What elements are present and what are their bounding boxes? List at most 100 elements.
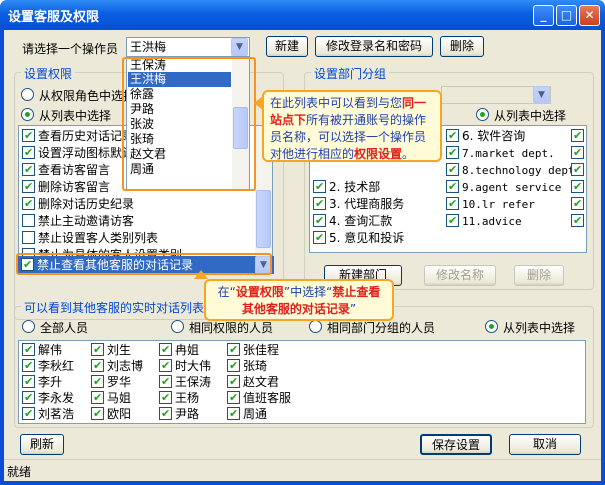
list-item[interactable]: 值班客服 bbox=[227, 390, 291, 406]
new-operator-button[interactable]: 新建 bbox=[266, 36, 308, 57]
chevron-down-icon[interactable]: ▼ bbox=[533, 86, 550, 103]
checkbox[interactable] bbox=[22, 214, 35, 227]
checkbox[interactable] bbox=[22, 358, 35, 374]
checkbox[interactable] bbox=[446, 196, 459, 212]
list-item[interactable]: 4. 查询汇款 bbox=[313, 213, 392, 229]
checkbox[interactable] bbox=[91, 390, 104, 406]
list-item[interactable]: 3. 代理商服务 bbox=[313, 196, 404, 212]
list-item[interactable]: 6. 软件咨询 bbox=[446, 128, 525, 144]
checkbox[interactable] bbox=[313, 213, 326, 229]
rename-department-button[interactable]: 修改名称 bbox=[424, 265, 496, 286]
checkbox-col3[interactable] bbox=[571, 213, 587, 229]
list-item[interactable]: 冉姐 bbox=[159, 342, 199, 358]
list-item[interactable]: 马姐 bbox=[91, 390, 131, 406]
list-item[interactable]: 罗华 bbox=[91, 374, 131, 390]
checkbox[interactable] bbox=[446, 179, 459, 195]
list-item[interactable]: 刘茗浩 bbox=[22, 406, 74, 422]
checkbox[interactable] bbox=[446, 213, 459, 229]
checkbox[interactable] bbox=[227, 358, 240, 374]
list-item[interactable]: 尹路 bbox=[159, 406, 199, 422]
checkbox[interactable] bbox=[159, 358, 172, 374]
checkbox[interactable] bbox=[159, 342, 172, 358]
scrollbar-thumb[interactable] bbox=[256, 190, 271, 248]
checkbox[interactable] bbox=[22, 128, 35, 144]
checkbox[interactable] bbox=[22, 406, 35, 422]
list-item[interactable]: 禁止主动邀请访客 bbox=[22, 213, 134, 229]
checkbox[interactable] bbox=[313, 196, 326, 212]
save-button[interactable]: 保存设置 bbox=[420, 434, 492, 455]
list-item[interactable]: 张佳程 bbox=[227, 342, 279, 358]
checkbox[interactable] bbox=[571, 128, 584, 144]
checkbox[interactable] bbox=[571, 179, 584, 195]
checkbox[interactable] bbox=[571, 162, 584, 178]
checkbox[interactable] bbox=[446, 128, 459, 144]
checkbox[interactable] bbox=[91, 358, 104, 374]
checkbox[interactable] bbox=[22, 162, 35, 178]
checkbox-col3[interactable] bbox=[571, 145, 587, 161]
radio-all-staff[interactable] bbox=[22, 320, 35, 333]
checkbox[interactable] bbox=[227, 406, 240, 422]
list-item[interactable]: 8.technology dept. bbox=[446, 162, 581, 178]
checkbox-col3[interactable] bbox=[571, 196, 587, 212]
minimize-button[interactable]: _ bbox=[533, 5, 554, 26]
department-role-select[interactable]: ▼ bbox=[441, 86, 551, 104]
list-item[interactable]: 李秋红 bbox=[22, 358, 74, 374]
list-item[interactable]: 11.advice bbox=[446, 213, 522, 229]
checkbox[interactable] bbox=[22, 374, 35, 390]
radio-realtime-from-list[interactable] bbox=[485, 320, 498, 333]
checkbox[interactable] bbox=[571, 145, 584, 161]
checkbox[interactable] bbox=[91, 406, 104, 422]
list-item[interactable]: 王杨 bbox=[159, 390, 199, 406]
checkbox[interactable] bbox=[571, 213, 584, 229]
checkbox[interactable] bbox=[22, 145, 35, 161]
list-item[interactable]: 解伟 bbox=[22, 342, 62, 358]
close-button[interactable]: ✕ bbox=[579, 5, 600, 26]
checkbox-col3[interactable] bbox=[571, 128, 587, 144]
list-item[interactable]: 时大伟 bbox=[159, 358, 211, 374]
list-item[interactable]: 禁止设置客人类别列表 bbox=[22, 230, 158, 246]
list-item[interactable]: 10.lr refer bbox=[446, 196, 535, 212]
list-item[interactable]: 李升 bbox=[22, 374, 62, 390]
checkbox[interactable] bbox=[446, 162, 459, 178]
refresh-button[interactable]: 刷新 bbox=[20, 434, 64, 455]
checkbox[interactable] bbox=[446, 145, 459, 161]
checkbox[interactable] bbox=[22, 390, 35, 406]
checkbox[interactable] bbox=[159, 374, 172, 390]
list-item[interactable]: 删除对话历史纪录 bbox=[22, 196, 134, 212]
checkbox[interactable] bbox=[22, 342, 35, 358]
cancel-button[interactable]: 取消 bbox=[509, 434, 581, 455]
dept-radio-from-list[interactable] bbox=[476, 108, 489, 121]
checkbox[interactable] bbox=[227, 374, 240, 390]
radio-same-group[interactable] bbox=[309, 320, 322, 333]
checkbox[interactable] bbox=[571, 196, 584, 212]
list-item[interactable]: 赵文君 bbox=[227, 374, 279, 390]
radio-same-permission[interactable] bbox=[171, 320, 184, 333]
radio-from-role[interactable] bbox=[21, 88, 34, 101]
list-item[interactable]: 9.agent service bbox=[446, 179, 561, 195]
radio-from-list[interactable] bbox=[21, 108, 34, 121]
checkbox[interactable] bbox=[313, 179, 326, 195]
list-item[interactable]: 5. 意见和投诉 bbox=[313, 230, 404, 246]
list-item[interactable]: 查看访客留言 bbox=[22, 162, 110, 178]
list-item[interactable]: 删除访客留言 bbox=[22, 179, 110, 195]
list-item[interactable]: 周通 bbox=[227, 406, 267, 422]
chevron-down-icon[interactable]: ▼ bbox=[231, 38, 248, 56]
list-item[interactable]: 张琦 bbox=[227, 358, 267, 374]
list-item[interactable]: 设置浮动图标默认 bbox=[22, 145, 134, 161]
checkbox[interactable] bbox=[227, 390, 240, 406]
checkbox-col3[interactable] bbox=[571, 179, 587, 195]
list-item[interactable]: 王保涛 bbox=[159, 374, 211, 390]
checkbox[interactable] bbox=[159, 406, 172, 422]
list-item[interactable]: 7.market dept. bbox=[446, 145, 555, 161]
maximize-button[interactable]: □ bbox=[556, 5, 577, 26]
checkbox-col3[interactable] bbox=[571, 162, 587, 178]
list-item[interactable]: 查看历史对话记录 bbox=[22, 128, 134, 144]
checkbox[interactable] bbox=[227, 342, 240, 358]
checkbox[interactable] bbox=[22, 179, 35, 195]
list-item[interactable]: 刘生 bbox=[91, 342, 131, 358]
checkbox[interactable] bbox=[22, 231, 35, 244]
list-item[interactable]: 欧阳 bbox=[91, 406, 131, 422]
list-item[interactable]: 2. 技术部 bbox=[313, 179, 380, 195]
list-item[interactable]: 李永发 bbox=[22, 390, 74, 406]
delete-department-button[interactable]: 删除 bbox=[514, 265, 564, 286]
